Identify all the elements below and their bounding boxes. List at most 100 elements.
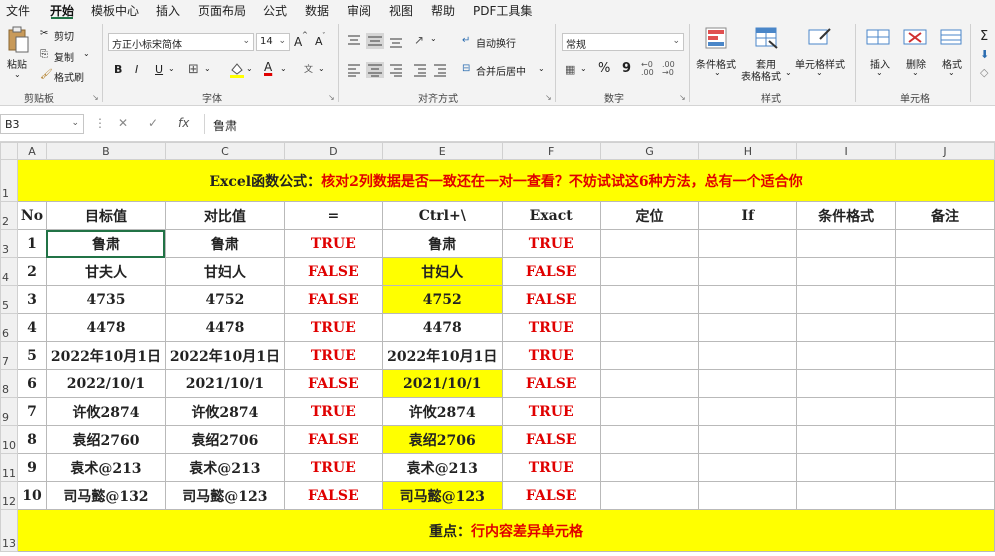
empty-cell[interactable] — [895, 313, 995, 342]
equal-result-cell[interactable]: TRUE — [283, 341, 383, 370]
target-cell[interactable]: 袁绍2760 — [45, 425, 166, 454]
empty-cell[interactable] — [796, 229, 897, 258]
header-cell[interactable]: No — [16, 201, 47, 230]
copy-button[interactable]: 复制 — [54, 49, 74, 64]
exact-result-cell[interactable]: FALSE — [501, 481, 601, 510]
empty-cell[interactable] — [895, 481, 995, 510]
autosum-icon[interactable]: Σ — [980, 29, 988, 44]
exact-result-cell[interactable]: TRUE — [501, 313, 601, 342]
orientation-dropdown-icon[interactable]: ⌄ — [430, 34, 437, 43]
equal-result-cell[interactable]: TRUE — [283, 313, 383, 342]
empty-cell[interactable] — [599, 397, 700, 426]
empty-cell[interactable] — [599, 285, 700, 314]
column-header-F[interactable]: F — [501, 142, 601, 160]
column-header-A[interactable]: A — [16, 142, 47, 160]
column-header-J[interactable]: J — [895, 142, 995, 160]
cancel-icon[interactable]: ✕ — [118, 116, 128, 130]
row-header-9[interactable]: 9 — [0, 397, 18, 426]
paste-dropdown-icon[interactable]: ⌄ — [14, 70, 21, 79]
ctrl-result-cell[interactable]: 司马懿@123 — [381, 481, 503, 510]
column-header-D[interactable]: D — [283, 142, 383, 160]
exact-result-cell[interactable]: FALSE — [501, 285, 601, 314]
exact-result-cell[interactable]: TRUE — [501, 229, 601, 258]
empty-cell[interactable] — [796, 285, 897, 314]
column-header-G[interactable]: G — [599, 142, 700, 160]
empty-cell[interactable] — [599, 257, 700, 286]
equal-result-cell[interactable]: TRUE — [283, 453, 383, 482]
name-box[interactable]: B3 ⌄ — [0, 114, 84, 134]
ctrl-result-cell[interactable]: 4478 — [381, 313, 503, 342]
empty-cell[interactable] — [599, 425, 700, 454]
cut-icon[interactable]: ✂ — [40, 28, 48, 39]
ctrl-result-cell[interactable]: 袁绍2706 — [381, 425, 503, 454]
empty-cell[interactable] — [698, 313, 798, 342]
empty-cell[interactable] — [599, 453, 700, 482]
compare-cell[interactable]: 许攸2874 — [164, 397, 285, 426]
no-cell[interactable]: 6 — [16, 369, 47, 398]
empty-cell[interactable] — [698, 397, 798, 426]
header-cell[interactable]: If — [698, 201, 798, 230]
cell-styles-icon[interactable] — [808, 27, 832, 49]
target-cell[interactable]: 许攸2874 — [45, 397, 166, 426]
empty-cell[interactable] — [796, 397, 897, 426]
decrease-decimal-icon[interactable]: .00 →0 — [662, 61, 675, 77]
exact-result-cell[interactable]: TRUE — [501, 341, 601, 370]
empty-cell[interactable] — [796, 313, 897, 342]
footer-banner-cell[interactable]: 重点：行内容差异单元格 — [16, 509, 995, 552]
empty-cell[interactable] — [796, 453, 897, 482]
header-cell[interactable]: 定位 — [599, 201, 700, 230]
empty-cell[interactable] — [698, 341, 798, 370]
empty-cell[interactable] — [698, 229, 798, 258]
row-header-13[interactable]: 13 — [0, 509, 18, 552]
header-cell[interactable]: Exact — [501, 201, 601, 230]
equal-result-cell[interactable]: FALSE — [283, 369, 383, 398]
equal-result-cell[interactable]: FALSE — [283, 285, 383, 314]
empty-cell[interactable] — [599, 369, 700, 398]
no-cell[interactable]: 2 — [16, 257, 47, 286]
accounting-format-icon[interactable]: ▦ — [565, 63, 575, 76]
empty-cell[interactable] — [796, 341, 897, 370]
no-cell[interactable]: 10 — [16, 481, 47, 510]
compare-cell[interactable]: 2022年10月1日 — [164, 341, 285, 370]
menu-view[interactable]: 视图 — [389, 2, 413, 19]
row-header-7[interactable]: 7 — [0, 341, 18, 370]
header-cell[interactable]: 条件格式 — [796, 201, 897, 230]
empty-cell[interactable] — [599, 341, 700, 370]
comma-style-button[interactable]: 9 — [622, 61, 631, 76]
title-banner-cell[interactable]: Excel函数公式：核对2列数据是否一致还在一对一查看？不妨试试这6种方法，总有… — [16, 159, 995, 202]
phonetic-dropdown-icon[interactable]: ⌄ — [318, 64, 325, 73]
menu-pdf-tools[interactable]: PDF工具集 — [473, 2, 532, 19]
row-header-3[interactable]: 3 — [0, 229, 18, 258]
row-header-4[interactable]: 4 — [0, 257, 18, 286]
enter-icon[interactable]: ✓ — [148, 116, 158, 130]
fill-down-icon[interactable]: ⬇ — [980, 48, 989, 61]
empty-cell[interactable] — [895, 341, 995, 370]
compare-cell[interactable]: 司马懿@123 — [164, 481, 285, 510]
column-header-B[interactable]: B — [45, 142, 166, 160]
compare-cell[interactable]: 甘妇人 — [164, 257, 285, 286]
bold-button[interactable]: B — [114, 63, 122, 76]
border-dropdown-icon[interactable]: ⌄ — [204, 64, 211, 73]
merge-center-icon[interactable]: ⊟ — [462, 63, 470, 74]
equal-result-cell[interactable]: FALSE — [283, 257, 383, 286]
ctrl-result-cell[interactable]: 鲁肃 — [381, 229, 503, 258]
format-cells-icon[interactable] — [940, 27, 964, 49]
grow-font-button[interactable]: A — [294, 35, 302, 49]
column-header-H[interactable]: H — [698, 142, 798, 160]
empty-cell[interactable] — [698, 285, 798, 314]
ctrl-result-cell[interactable]: 甘妇人 — [381, 257, 503, 286]
increase-decimal-icon[interactable]: ←0.00 — [641, 61, 654, 77]
row-header-8[interactable]: 8 — [0, 369, 18, 398]
cell-styles-dropdown-icon[interactable]: ⌄ — [816, 68, 823, 77]
wrap-text-icon[interactable]: ↵ — [462, 35, 470, 46]
compare-cell[interactable]: 4752 — [164, 285, 285, 314]
font-color-button[interactable]: A — [264, 60, 272, 74]
format-dropdown-icon[interactable]: ⌄ — [948, 68, 955, 77]
target-cell[interactable]: 鲁肃 — [45, 229, 166, 258]
header-cell[interactable]: 对比值 — [164, 201, 285, 230]
no-cell[interactable]: 9 — [16, 453, 47, 482]
empty-cell[interactable] — [895, 229, 995, 258]
italic-button[interactable]: I — [135, 63, 138, 76]
merge-center-button[interactable]: 合并后居中 — [476, 63, 526, 78]
target-cell[interactable]: 司马懿@132 — [45, 481, 166, 510]
